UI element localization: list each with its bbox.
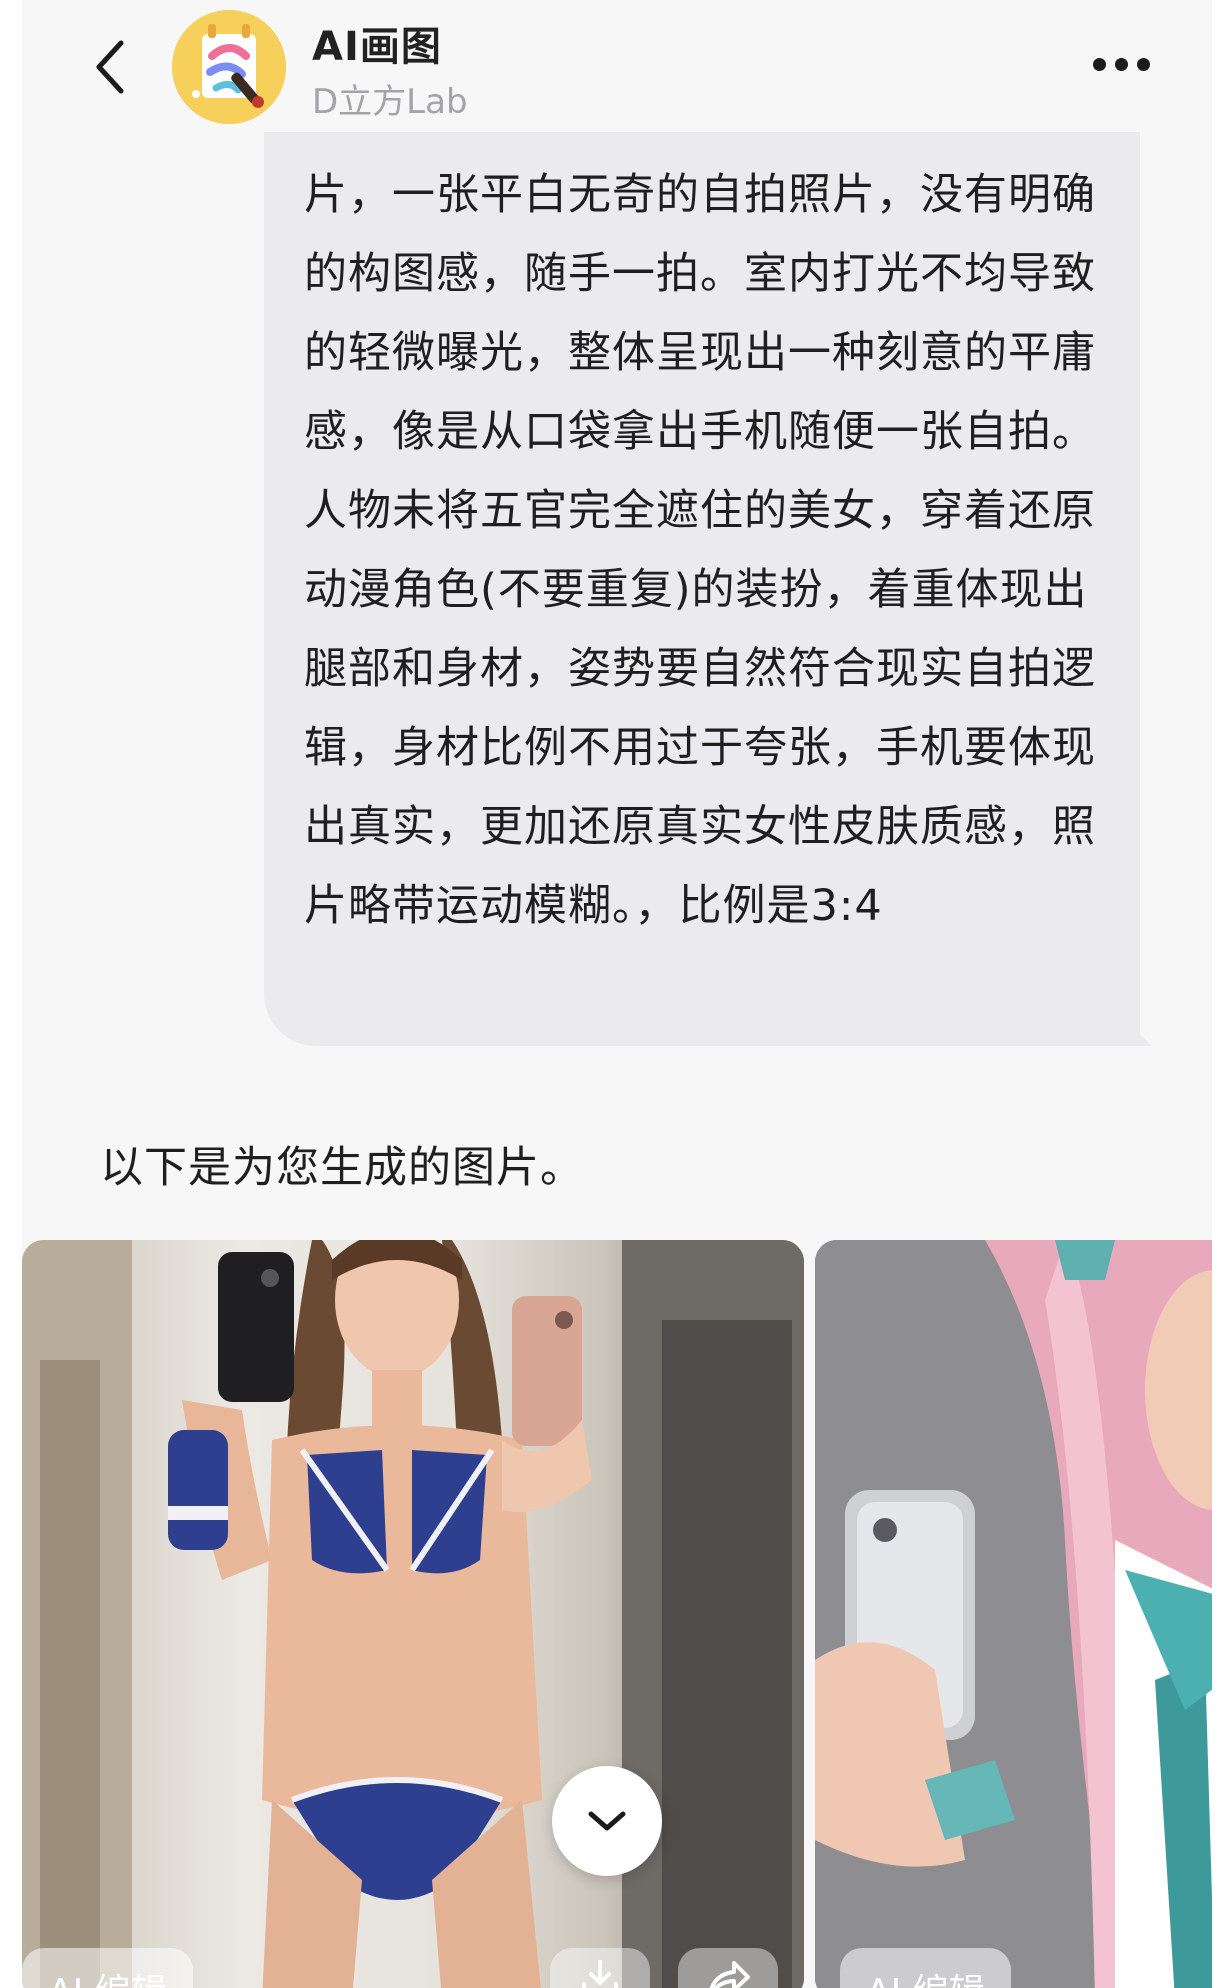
- chevron-down-icon: [588, 1811, 626, 1831]
- chat-header: AI画图 D立方Lab: [22, 0, 1212, 130]
- chevron-left-icon: [96, 40, 124, 94]
- generated-image-1[interactable]: AI 编辑: [22, 1240, 804, 1988]
- share-button[interactable]: [678, 1948, 778, 1988]
- chat-title: AI画图: [312, 24, 442, 70]
- back-button[interactable]: [80, 32, 140, 102]
- download-icon: [582, 1960, 618, 1988]
- selfie-photo-2: [815, 1240, 1212, 1988]
- user-message-text: 片，一张平白无奇的自拍照片，没有明确的构图感，随手一拍。室内打光不均导致的轻微曝…: [304, 170, 1096, 931]
- bubble-tail: [1128, 1022, 1152, 1046]
- bot-avatar[interactable]: [172, 10, 286, 124]
- bot-reply-text: 以下是为您生成的图片。: [100, 1143, 584, 1193]
- ai-edit-button-2[interactable]: AI 编辑: [840, 1948, 1011, 1988]
- ai-edit-button-1[interactable]: AI 编辑: [22, 1948, 193, 1988]
- user-message-bubble: 片，一张平白无奇的自拍照片，没有明确的构图感，随手一拍。室内打光不均导致的轻微曝…: [264, 132, 1152, 1046]
- chat-subtitle: D立方Lab: [312, 82, 468, 122]
- chat-screen: AI画图 D立方Lab 片，一张平白无奇的自拍照片，没有明确的构图感，随手一拍。…: [22, 0, 1212, 1988]
- more-horizontal-icon: [1092, 57, 1150, 71]
- more-options-button[interactable]: [1076, 42, 1166, 86]
- paint-palette-avatar: [172, 10, 286, 124]
- share-icon: [709, 1961, 750, 1988]
- download-button[interactable]: [550, 1948, 650, 1988]
- scroll-to-bottom-button[interactable]: [552, 1766, 662, 1876]
- generated-image-2[interactable]: AI 编辑: [815, 1240, 1212, 1988]
- selfie-photo-1: [22, 1240, 804, 1988]
